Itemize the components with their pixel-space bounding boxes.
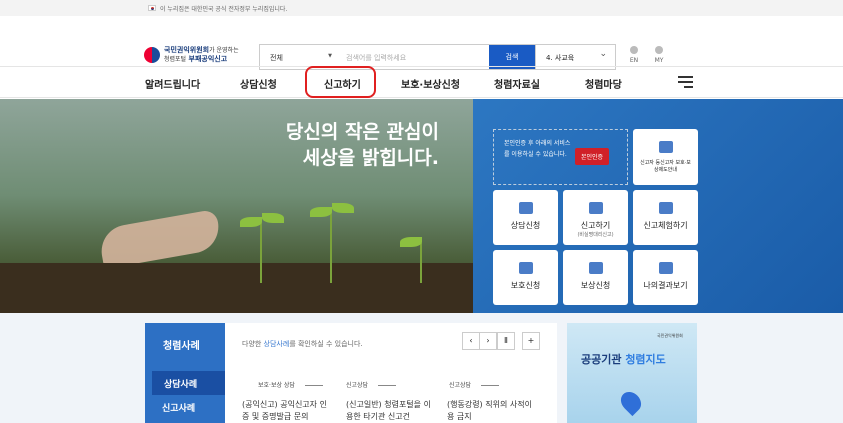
- banner-title: 공공기관 청렴지도: [581, 351, 666, 367]
- tile-report-practice[interactable]: 신고체험하기: [633, 190, 698, 245]
- korea-flag-icon: [148, 5, 156, 11]
- tile-label: 신고자 등신고자 보호·보상제도안내: [640, 160, 691, 173]
- logo-org-suffix: 가 운영하는: [209, 47, 239, 54]
- case-item[interactable]: (신고일반) 청렴포털을 이용한 타기관 신고건: [346, 399, 436, 423]
- header: 국민권익위원회가 운영하는 청렴포털 부패공익신고 전체 검색어를 입력하세요 …: [0, 16, 843, 70]
- tile-report[interactable]: 신고하기 (비실명대리신고): [563, 190, 628, 245]
- logo-service: 부패공익신고: [188, 55, 228, 63]
- tile-protection-guide[interactable]: 신고자 등신고자 보호·보상제도안내: [633, 129, 698, 185]
- nav-consult[interactable]: 상담신청: [240, 76, 277, 91]
- desc-post: 를 확인하실 수 있습니다.: [289, 340, 363, 348]
- hero-headline: 당신의 작은 관심이세상을 밝힙니다.: [229, 119, 439, 171]
- cases-section: 청렴사례 상담사례 신고사례 다양한 상담사례를 확인하실 수 있습니다. ‹ …: [0, 313, 843, 423]
- nav-square[interactable]: 청렴마당: [585, 76, 622, 91]
- english-link[interactable]: EN: [626, 46, 642, 64]
- tile-label: 보상신청: [580, 281, 611, 290]
- leaf-image: [332, 203, 354, 213]
- hand-image: [97, 208, 223, 270]
- more-button[interactable]: +: [522, 332, 540, 350]
- siren-icon: [588, 202, 603, 214]
- tile-consult[interactable]: 상담신청: [493, 190, 558, 245]
- english-label: EN: [629, 57, 639, 64]
- keyboard-icon: [658, 202, 673, 214]
- tile-label: 상담신청: [510, 221, 541, 230]
- desc-pre: 다양한: [242, 340, 264, 348]
- nav-protection[interactable]: 보호·보상신청: [401, 76, 460, 91]
- site-logo[interactable]: 국민권익위원회가 운영하는 청렴포털 부패공익신고: [144, 46, 239, 64]
- sprout-image: [260, 223, 262, 283]
- case-category: 신고상담: [449, 380, 499, 389]
- cases-content: 다양한 상담사례를 확인하실 수 있습니다. ‹ › Ⅱ + 보호·보상 상담 …: [225, 323, 557, 423]
- tile-label: 보호신청: [510, 281, 541, 290]
- sprout-image: [420, 243, 422, 283]
- highlight-annotation: [305, 66, 376, 98]
- integrity-map-banner[interactable]: 국민권익위원회 공공기관 청렴지도: [567, 323, 697, 423]
- case-category: 신고상담: [346, 380, 396, 389]
- cert-text: 본인인증 후 아래의 서비스를 이용하실 수 있습니다.: [504, 140, 571, 158]
- cases-title: 청렴사례: [163, 341, 200, 352]
- tile-sublabel: (비실명대리신고): [577, 232, 614, 238]
- hero-line2: 세상을 밝힙니다.: [302, 147, 439, 169]
- prev-button[interactable]: ‹: [462, 332, 480, 350]
- pause-button[interactable]: Ⅱ: [497, 332, 515, 350]
- tile-reward[interactable]: 보상신청: [563, 250, 628, 305]
- globe-icon: [630, 46, 638, 54]
- gov-notice-bar: 이 누리집은 대한민국 공식 전자정부 누리집입니다.: [0, 0, 843, 16]
- hero-banner: 당신의 작은 관심이세상을 밝힙니다.: [0, 99, 473, 313]
- star-hand-icon: [588, 262, 603, 274]
- leaf-image: [400, 237, 422, 247]
- leaf-image: [310, 207, 332, 217]
- map-pin-icon: [616, 387, 646, 417]
- user-icon: [655, 46, 663, 54]
- hand-shield-icon: [518, 262, 533, 274]
- banner-org: 국민권익위원회: [657, 333, 683, 338]
- menu-icon[interactable]: [678, 76, 693, 91]
- leaf-image: [262, 213, 284, 223]
- tab-consult-cases[interactable]: 상담사례: [152, 371, 236, 395]
- logo-portal: 청렴포털: [164, 56, 187, 63]
- main-navigation: 알려드립니다 상담신청 신고하기 보호·보상신청 청렴자료실 청렴마당: [0, 66, 843, 98]
- gov-notice-text: 이 누리집은 대한민국 공식 전자정부 누리집입니다.: [160, 5, 288, 13]
- service-panel: 본인인증 후 아래의 서비스를 이용하실 수 있습니다. 본인인증 신고자 등신…: [473, 99, 843, 313]
- my-label: MY: [654, 57, 664, 64]
- leaf-image: [240, 217, 262, 227]
- tile-label: 나의결과보기: [643, 281, 688, 290]
- monitor-icon: [658, 262, 673, 274]
- tile-label: 신고체험하기: [643, 221, 688, 230]
- cert-button[interactable]: 본인인증: [575, 148, 610, 165]
- tile-label: 신고하기: [580, 221, 611, 230]
- my-link[interactable]: MY: [651, 46, 667, 64]
- case-item[interactable]: (행동강령) 직위의 사적이용 금지: [447, 399, 537, 423]
- tile-my-results[interactable]: 나의결과보기: [633, 250, 698, 305]
- acrc-emblem-icon: [144, 47, 160, 63]
- soil-image: [0, 263, 473, 313]
- hero-line1: 당신의 작은 관심이: [285, 121, 439, 143]
- cases-description: 다양한 상담사례를 확인하실 수 있습니다.: [242, 339, 363, 349]
- chat-icon: [518, 202, 533, 214]
- banner-title-a: 공공기관: [581, 353, 626, 366]
- map-pin-icon: [658, 141, 673, 153]
- case-category: 보호·보상 상담: [258, 380, 323, 389]
- next-button[interactable]: ›: [479, 332, 497, 350]
- nav-resources[interactable]: 청렴자료실: [494, 76, 540, 91]
- logo-org: 국민권익위원회: [164, 46, 210, 54]
- sprout-image: [330, 213, 332, 283]
- desc-highlight: 상담사례: [263, 340, 290, 348]
- tab-report-cases[interactable]: 신고사례: [162, 401, 195, 414]
- tile-protection[interactable]: 보호신청: [493, 250, 558, 305]
- banner-title-b: 청렴지도: [625, 353, 666, 366]
- nav-notices[interactable]: 알려드립니다: [145, 76, 200, 91]
- case-item[interactable]: (공익신고) 공익신고자 인증 및 증명발급 문의: [242, 399, 332, 423]
